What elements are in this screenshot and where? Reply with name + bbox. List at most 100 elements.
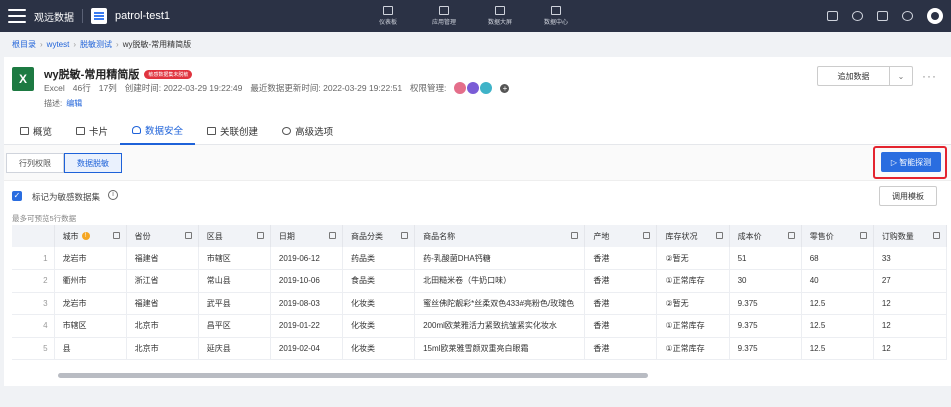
horizontal-scrollbar[interactable] bbox=[58, 373, 648, 378]
warning-icon: ! bbox=[81, 232, 90, 241]
table-cell: 市辖区 bbox=[198, 247, 271, 270]
edit-icon[interactable] bbox=[643, 232, 651, 239]
breadcrumb-mask-test[interactable]: 脱敏测试 bbox=[80, 39, 112, 50]
nav-label: 数据大屏 bbox=[487, 20, 512, 26]
desc-edit-link[interactable]: 编辑 bbox=[66, 99, 82, 108]
tab-advanced[interactable]: 高级选项 bbox=[270, 117, 345, 145]
table-cell: 200ml欧莱雅活力紧致抗皱紧实化妆水 bbox=[414, 314, 586, 338]
table-cell: 县 bbox=[54, 337, 127, 360]
column-header[interactable]: 省份 bbox=[126, 225, 199, 247]
add-data-button[interactable]: 追加数据 ⌄ bbox=[817, 66, 913, 86]
breadcrumb-root[interactable]: 根目录 bbox=[12, 39, 36, 50]
edit-icon[interactable] bbox=[787, 232, 795, 239]
column-header[interactable]: 区县 bbox=[198, 225, 271, 247]
edit-icon[interactable] bbox=[184, 232, 192, 239]
header-label: 日期 bbox=[278, 231, 295, 241]
brand-name[interactable]: 观远数据 bbox=[34, 9, 74, 24]
table-cell: 化妆类 bbox=[342, 292, 416, 315]
table-cell: 2019-02-04 bbox=[270, 337, 344, 360]
column-header[interactable]: 产地 bbox=[584, 225, 658, 247]
apply-template-button[interactable]: 调用模板 bbox=[879, 186, 937, 206]
chevron-right-icon: › bbox=[40, 39, 43, 49]
column-header[interactable]: 商品名称 bbox=[414, 225, 586, 247]
description-row: 描述: 编辑 bbox=[44, 98, 82, 109]
table-cell: 化妆类 bbox=[342, 314, 416, 338]
perm-label: 权限管理: bbox=[410, 83, 447, 93]
user-avatar[interactable] bbox=[927, 8, 943, 24]
add-data-label[interactable]: 追加数据 bbox=[818, 67, 890, 85]
screen-icon bbox=[495, 6, 505, 15]
nav-app-manage[interactable]: 应用管理 bbox=[416, 0, 472, 32]
edit-icon[interactable] bbox=[401, 232, 409, 239]
column-header[interactable]: 零售价 bbox=[801, 225, 874, 247]
search-icon[interactable] bbox=[902, 11, 913, 21]
header-label: 商品名称 bbox=[423, 231, 456, 241]
table-cell: ①正常库存 bbox=[656, 269, 730, 293]
updated-time: 最近数据更新时间: 2022-03-29 19:22:51 bbox=[250, 83, 403, 93]
nav-data-screen[interactable]: 数据大屏 bbox=[472, 0, 528, 32]
table-cell: 12.5 bbox=[801, 337, 874, 360]
edit-icon[interactable] bbox=[933, 232, 940, 239]
dataset-rows: 46行 bbox=[72, 83, 91, 93]
column-header[interactable]: 库存状况 bbox=[656, 225, 730, 247]
header-label: 商品分类 bbox=[351, 231, 383, 241]
tab-label: 数据安全 bbox=[145, 126, 184, 137]
edit-icon[interactable] bbox=[112, 232, 120, 239]
header-label: 城市 bbox=[62, 231, 79, 241]
dataset-title: wy脱敏-常用精简版 bbox=[44, 69, 140, 81]
row-index: 4 bbox=[12, 314, 55, 338]
nav-data-center[interactable]: 数据中心 bbox=[528, 0, 584, 32]
dataset-panel: X wy脱敏-常用精简版 敏感数据集未脱敏 Excel 46行 17列 创建时间… bbox=[4, 57, 951, 386]
table-cell: 2019-06-12 bbox=[270, 247, 344, 270]
mark-sensitive-checkbox[interactable]: ✓ bbox=[12, 191, 22, 201]
edit-icon[interactable] bbox=[256, 232, 264, 239]
table-cell: 9.375 bbox=[729, 292, 802, 315]
preview-table: 城市! 省份 区县 日期 商品分类 商品名称 产地 库存状况 成本价 零售价 订… bbox=[12, 225, 947, 375]
column-header[interactable]: 订购数量 bbox=[873, 225, 947, 247]
tab-card[interactable]: 卡片 bbox=[64, 117, 120, 145]
table-cell: 9.375 bbox=[729, 314, 802, 338]
table-cell: ①正常库存 bbox=[656, 337, 730, 360]
table-cell: 药-乳酸菌DHA钙糖 bbox=[414, 247, 586, 270]
nav-label: 仪表板 bbox=[378, 20, 397, 26]
edit-icon[interactable] bbox=[715, 232, 723, 239]
message-icon[interactable] bbox=[827, 11, 838, 21]
more-icon[interactable]: ··· bbox=[922, 69, 937, 83]
tab-link-create[interactable]: 关联创建 bbox=[195, 117, 270, 145]
edit-icon[interactable] bbox=[571, 232, 579, 239]
grid-icon[interactable] bbox=[877, 11, 888, 21]
link-icon bbox=[207, 127, 217, 135]
table-cell: 15ml欧莱雅雪颜双重亮白眼霜 bbox=[414, 337, 586, 360]
nav-label: 应用管理 bbox=[431, 20, 456, 26]
column-header[interactable]: 商品分类 bbox=[342, 225, 416, 247]
edit-icon[interactable] bbox=[329, 232, 336, 239]
gear-icon bbox=[282, 127, 292, 135]
tab-label: 卡片 bbox=[89, 127, 109, 138]
subtab-data-mask[interactable]: 数据脱敏 bbox=[64, 153, 122, 173]
info-icon[interactable]: i bbox=[108, 190, 118, 200]
table-cell: 12.5 bbox=[801, 314, 874, 338]
perm-avatars[interactable] bbox=[454, 82, 493, 94]
nav-dashboard[interactable]: 仪表板 bbox=[360, 0, 416, 32]
shield-icon bbox=[132, 126, 142, 134]
table-cell: 香港 bbox=[584, 269, 658, 293]
table-cell: 化妆类 bbox=[342, 337, 416, 360]
edit-icon[interactable] bbox=[859, 232, 867, 239]
column-header[interactable]: 日期 bbox=[270, 225, 344, 247]
breadcrumb-current: wy脱敏-常用精简版 bbox=[122, 39, 192, 49]
top-right-tools bbox=[827, 0, 943, 32]
breadcrumb-wytest[interactable]: wytest bbox=[47, 40, 70, 49]
tab-data-security[interactable]: 数据安全 bbox=[120, 117, 196, 145]
chevron-down-icon[interactable]: ⌄ bbox=[890, 67, 912, 85]
dataset-cols: 17列 bbox=[98, 83, 117, 93]
tab-overview[interactable]: 概览 bbox=[8, 117, 64, 145]
column-header[interactable]: 城市! bbox=[54, 225, 127, 247]
column-header[interactable]: 成本价 bbox=[729, 225, 802, 247]
subtab-row-col-permission[interactable]: 行列权限 bbox=[6, 153, 64, 173]
menu-icon[interactable] bbox=[8, 9, 26, 23]
preview-note: 最多可预览5行数据 bbox=[12, 214, 77, 223]
add-permission-icon[interactable]: + bbox=[500, 83, 510, 93]
row-index: 1 bbox=[12, 247, 55, 270]
help-icon[interactable] bbox=[852, 11, 863, 21]
row-index: 5 bbox=[12, 337, 55, 360]
